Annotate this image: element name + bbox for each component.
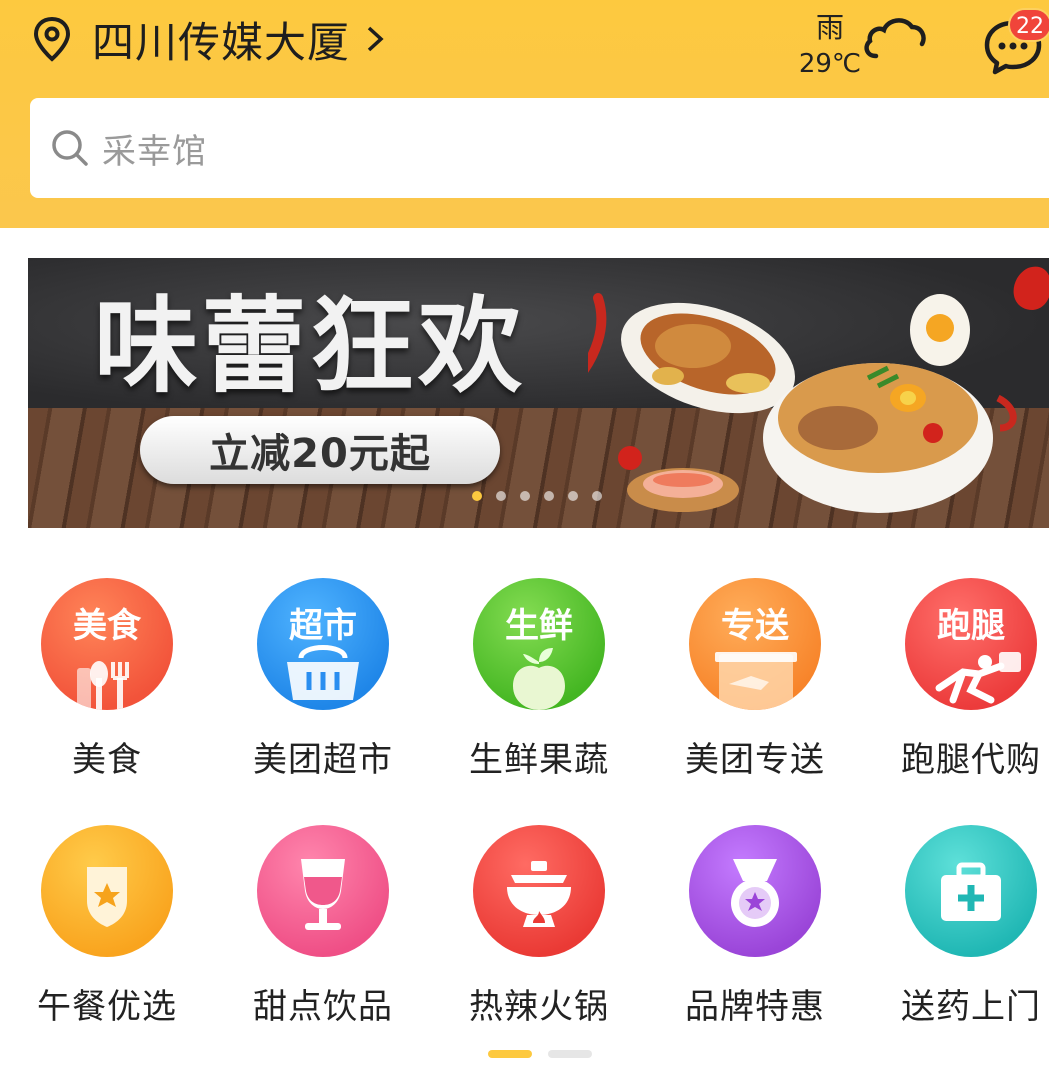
supermarket-icon: 超市 <box>257 578 389 710</box>
chevron-right-icon <box>367 26 384 52</box>
slide-dot <box>592 491 602 501</box>
lunch-badge-icon <box>41 825 173 957</box>
errand-icon: 跑腿 <box>905 578 1037 710</box>
message-count-badge: 22 <box>1008 8 1049 42</box>
promo-banner[interactable]: 味蕾狂欢 立减20元起 <box>28 258 1049 528</box>
search-icon <box>52 130 88 166</box>
top-header: 四川传媒大厦 雨 29℃ 22 采幸馆 <box>0 0 1049 228</box>
category-fresh-produce[interactable]: 生鲜 生鲜果蔬 <box>439 578 639 781</box>
category-hotpot[interactable]: 热辣火锅 <box>439 825 639 1028</box>
category-label: 品牌特惠 <box>685 987 825 1027</box>
slide-dot <box>520 491 530 501</box>
weather-temperature: 29℃ <box>798 49 862 79</box>
category-label: 送药上门 <box>901 987 1041 1027</box>
banner-discount-pill: 立减20元起 <box>140 416 500 484</box>
category-brand-deals[interactable]: 品牌特惠 <box>655 825 855 1028</box>
category-label: 美食 <box>72 740 142 780</box>
slide-dot <box>496 491 506 501</box>
food-icon: 美食 <box>41 578 173 710</box>
category-page-indicator <box>488 1050 592 1058</box>
slide-dot <box>544 491 554 501</box>
search-input[interactable]: 采幸馆 <box>30 98 1049 198</box>
dessert-drink-icon <box>257 825 389 957</box>
category-dessert-drinks[interactable]: 甜点饮品 <box>223 825 423 1028</box>
location-selector[interactable]: 四川传媒大厦 <box>32 10 386 68</box>
page-dot <box>548 1050 592 1058</box>
category-medicine-delivery[interactable]: 送药上门 <box>871 825 1049 1028</box>
category-supermarket[interactable]: 超市 美团超市 <box>223 578 423 781</box>
weather-widget: 雨 29℃ <box>790 8 870 80</box>
location-name: 四川传媒大厦 <box>92 17 351 67</box>
category-lunch-pick[interactable]: 午餐优选 <box>7 825 207 1028</box>
page-dot <box>488 1050 532 1058</box>
category-label: 跑腿代购 <box>901 740 1041 780</box>
category-food[interactable]: 美食 美食 <box>7 578 207 781</box>
category-errand[interactable]: 跑腿 跑腿代购 <box>871 578 1049 781</box>
cloud-icon <box>864 18 926 59</box>
hotpot-icon <box>473 825 605 957</box>
banner-subtitle: 立减20元起 <box>209 431 431 477</box>
category-label: 甜点饮品 <box>253 987 393 1027</box>
category-express-delivery[interactable]: 专送 美团专送 <box>655 578 855 781</box>
category-label: 热辣火锅 <box>469 987 609 1027</box>
category-label: 美团专送 <box>685 740 825 780</box>
category-label: 生鲜果蔬 <box>469 740 609 780</box>
weather-condition: 雨 <box>815 11 844 44</box>
category-label: 午餐优选 <box>37 987 177 1027</box>
fresh-produce-icon: 生鲜 <box>473 578 605 710</box>
brand-deal-icon <box>689 825 821 957</box>
banner-slide-indicator <box>472 491 602 501</box>
delivery-icon: 专送 <box>689 578 821 710</box>
banner-title: 味蕾狂欢 <box>94 285 527 407</box>
medicine-kit-icon <box>905 825 1037 957</box>
slide-dot <box>568 491 578 501</box>
banner-food-image <box>588 266 1049 513</box>
slide-dot <box>472 491 482 501</box>
messages-button[interactable]: 22 <box>982 8 1049 75</box>
search-placeholder: 采幸馆 <box>102 131 207 172</box>
category-label: 美团超市 <box>253 740 393 780</box>
location-pin-icon <box>33 16 71 62</box>
